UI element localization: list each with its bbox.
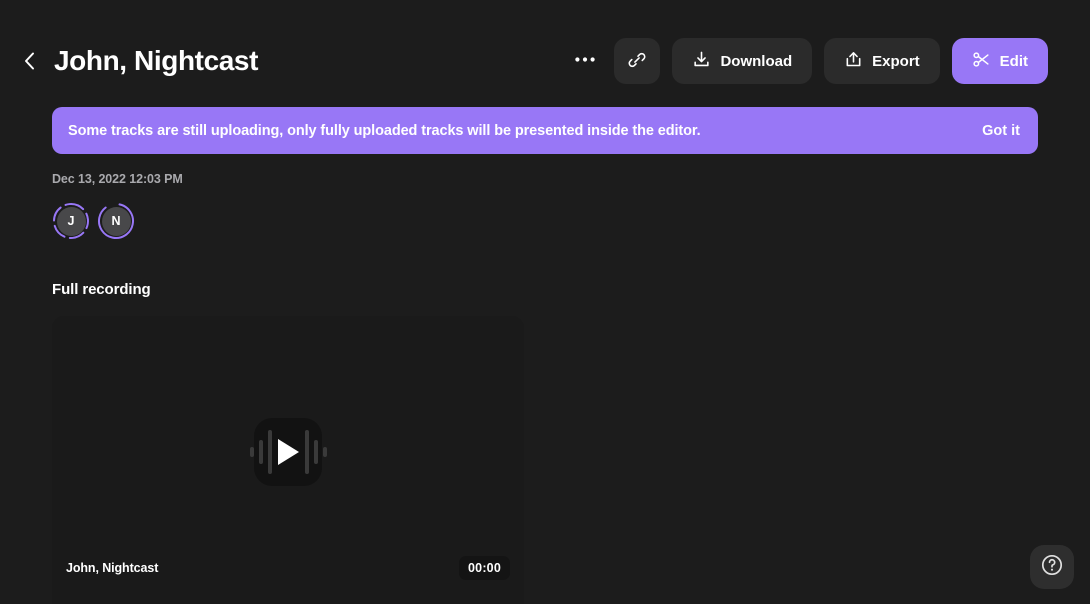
avatar[interactable]: J xyxy=(52,202,90,240)
banner-dismiss-button[interactable]: Got it xyxy=(982,123,1022,139)
chevron-left-icon xyxy=(24,52,35,70)
help-button[interactable] xyxy=(1030,545,1074,589)
page-title: John, Nightcast xyxy=(54,45,259,76)
media-player[interactable]: John, Nightcast 00:00 xyxy=(52,316,524,604)
recording-timestamp: Dec 13, 2022 12:03 PM xyxy=(52,172,183,186)
waveform-bar xyxy=(267,430,272,474)
avatar-initial: N xyxy=(101,206,131,236)
upload-icon xyxy=(844,50,863,73)
participant-avatars: J N xyxy=(52,202,135,240)
copy-link-button[interactable] xyxy=(614,38,661,84)
edit-button[interactable]: Edit xyxy=(951,38,1048,84)
waveform-bar xyxy=(258,440,263,464)
banner-message: Some tracks are still uploading, only fu… xyxy=(68,122,701,139)
avatar-initial: J xyxy=(56,206,86,236)
edit-button-label: Edit xyxy=(999,52,1028,70)
player-footer: John, Nightcast 00:00 xyxy=(52,554,524,582)
download-button-label: Download xyxy=(720,52,793,70)
link-icon xyxy=(627,50,647,73)
export-button-label: Export xyxy=(872,52,920,70)
play-icon xyxy=(277,439,299,465)
player-time-badge: 00:00 xyxy=(459,556,510,580)
upload-notice-banner: Some tracks are still uploading, only fu… xyxy=(52,107,1038,154)
waveform-bar xyxy=(322,447,327,457)
back-button[interactable] xyxy=(12,44,46,78)
download-icon xyxy=(692,50,711,73)
question-mark-circle-icon xyxy=(1040,553,1064,582)
avatar[interactable]: N xyxy=(97,202,135,240)
section-title: Full recording xyxy=(52,281,151,298)
export-button[interactable]: Export xyxy=(824,38,940,84)
ellipsis-icon xyxy=(575,53,596,62)
download-button[interactable]: Download xyxy=(672,38,813,84)
header-toolbar: Download Export Edit xyxy=(568,38,1048,84)
waveform-bar xyxy=(304,430,309,474)
page-header: John, Nightcast Download Export Edit xyxy=(0,38,1090,84)
more-options-button[interactable] xyxy=(568,44,602,78)
scissors-icon xyxy=(972,50,991,73)
waveform-bar xyxy=(249,447,254,457)
player-track-name: John, Nightcast xyxy=(66,561,159,575)
waveform-bar xyxy=(313,440,318,464)
play-button[interactable] xyxy=(238,415,338,489)
